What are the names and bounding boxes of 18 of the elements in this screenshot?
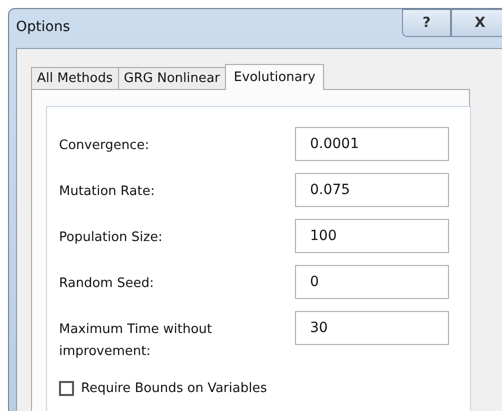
help-button[interactable]: ?: [402, 9, 451, 37]
input-field[interactable]: 0.075: [295, 173, 449, 207]
field-label: Maximum Time without improvement:: [59, 321, 214, 361]
field-label: Convergence:: [59, 137, 150, 155]
input-field[interactable]: 0.0001: [295, 127, 449, 161]
tab[interactable]: Evolutionary: [224, 64, 324, 90]
field-label: Mutation Rate:: [59, 183, 156, 201]
window-title: Options: [16, 19, 70, 35]
checkbox-label: Require Bounds on Variables: [81, 381, 267, 396]
field-label: Random Seed:: [59, 275, 155, 293]
tab[interactable]: All Methods: [31, 67, 119, 89]
close-button[interactable]: X: [451, 9, 502, 37]
checkbox[interactable]: [59, 381, 74, 396]
input-field[interactable]: 0: [295, 265, 449, 299]
field-label: Population Size:: [59, 229, 164, 247]
input-field[interactable]: 100: [295, 219, 449, 253]
input-field[interactable]: 30: [295, 311, 449, 345]
tab[interactable]: GRG Nonlinear: [118, 67, 226, 89]
